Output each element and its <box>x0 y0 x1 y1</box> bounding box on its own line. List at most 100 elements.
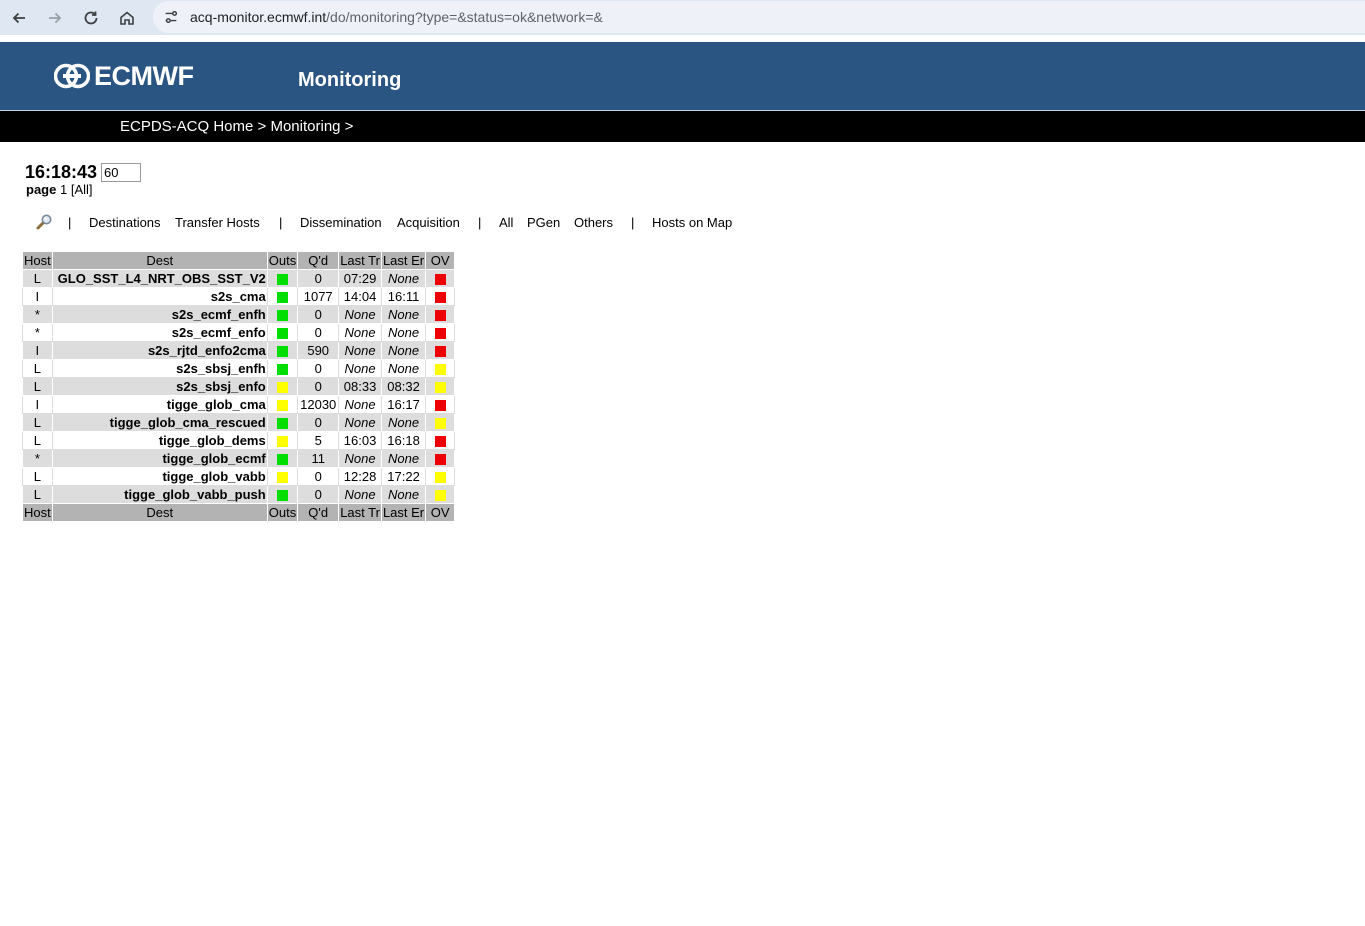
column-header-last-error[interactable]: Last Er <box>380 251 427 270</box>
destination-link[interactable]: s2s_cma <box>51 287 268 306</box>
host-cell[interactable]: L <box>22 413 53 432</box>
host-cell[interactable]: L <box>22 431 53 450</box>
status-indicator-red[interactable] <box>434 292 446 304</box>
ecmwf-logo[interactable]: ECMWF <box>54 62 194 90</box>
ov-cell[interactable] <box>425 323 456 342</box>
host-cell[interactable]: * <box>22 323 53 342</box>
destinations-link[interactable]: Destinations <box>89 215 161 231</box>
transfer-hosts-link[interactable]: Transfer Hosts <box>175 215 260 231</box>
ov-cell[interactable] <box>425 467 456 486</box>
status-indicator-green[interactable] <box>276 274 288 286</box>
status-indicator-yellow[interactable] <box>434 490 446 502</box>
ov-cell[interactable] <box>425 269 456 288</box>
status-indicator-green[interactable] <box>276 490 288 502</box>
destination-link[interactable]: tigge_glob_vabb <box>51 467 268 486</box>
ov-cell[interactable] <box>425 449 456 468</box>
column-header-outs[interactable]: Outs <box>266 251 299 270</box>
host-cell[interactable]: * <box>22 305 53 324</box>
destination-link[interactable]: s2s_sbsj_enfh <box>51 359 268 378</box>
column-header-dest[interactable]: Dest <box>51 251 268 270</box>
outs-cell[interactable] <box>266 467 299 486</box>
hosts-on-map-link[interactable]: Hosts on Map <box>652 215 732 231</box>
host-cell[interactable]: I <box>22 341 53 360</box>
outs-cell[interactable] <box>266 359 299 378</box>
outs-cell[interactable] <box>266 323 299 342</box>
status-indicator-yellow[interactable] <box>434 472 446 484</box>
status-indicator-red[interactable] <box>434 400 446 412</box>
status-indicator-green[interactable] <box>276 346 288 358</box>
outs-cell[interactable] <box>266 269 299 288</box>
outs-cell[interactable] <box>266 431 299 450</box>
destination-link[interactable]: s2s_sbsj_enfo <box>51 377 268 396</box>
host-cell[interactable]: I <box>22 395 53 414</box>
column-header-host[interactable]: Host <box>22 251 53 270</box>
host-cell[interactable]: L <box>22 485 53 504</box>
ov-cell[interactable] <box>425 377 456 396</box>
ov-cell[interactable] <box>425 431 456 450</box>
destination-link[interactable]: tigge_glob_dems <box>51 431 268 450</box>
status-indicator-yellow[interactable] <box>434 418 446 430</box>
host-cell[interactable]: L <box>22 359 53 378</box>
host-cell[interactable]: L <box>22 377 53 396</box>
ov-cell[interactable] <box>425 287 456 306</box>
status-indicator-red[interactable] <box>434 274 446 286</box>
destination-link[interactable]: tigge_glob_cma <box>51 395 268 414</box>
home-icon[interactable] <box>114 5 140 31</box>
status-indicator-red[interactable] <box>434 346 446 358</box>
ov-cell[interactable] <box>425 413 456 432</box>
status-indicator-red[interactable] <box>434 328 446 340</box>
outs-cell[interactable] <box>266 305 299 324</box>
destination-link[interactable]: s2s_ecmf_enfh <box>51 305 268 324</box>
status-indicator-green[interactable] <box>276 310 288 322</box>
host-cell[interactable]: * <box>22 449 53 468</box>
host-cell[interactable]: L <box>22 467 53 486</box>
status-indicator-green[interactable] <box>276 454 288 466</box>
ov-cell[interactable] <box>425 395 456 414</box>
ov-cell[interactable] <box>425 485 456 504</box>
status-indicator-green[interactable] <box>276 328 288 340</box>
outs-cell[interactable] <box>266 413 299 432</box>
pgen-link[interactable]: PGen <box>527 215 560 231</box>
destination-link[interactable]: s2s_ecmf_enfo <box>51 323 268 342</box>
outs-cell[interactable] <box>266 377 299 396</box>
destination-link[interactable]: s2s_rjtd_enfo2cma <box>51 341 268 360</box>
reload-icon[interactable] <box>78 5 104 31</box>
status-indicator-green[interactable] <box>276 418 288 430</box>
breadcrumb-home-link[interactable]: ECPDS-ACQ Home <box>120 118 253 135</box>
status-indicator-yellow[interactable] <box>276 472 288 484</box>
search-icon[interactable] <box>34 212 54 232</box>
status-indicator-green[interactable] <box>276 292 288 304</box>
breadcrumb-monitoring-link[interactable]: Monitoring <box>270 118 340 135</box>
acquisition-link[interactable]: Acquisition <box>397 215 460 231</box>
ov-cell[interactable] <box>425 359 456 378</box>
outs-cell[interactable] <box>266 341 299 360</box>
status-indicator-yellow[interactable] <box>434 364 446 376</box>
status-indicator-red[interactable] <box>434 454 446 466</box>
column-header-last-transfer[interactable]: Last Tr <box>338 251 382 270</box>
host-cell[interactable]: L <box>22 269 53 288</box>
destination-link[interactable]: tigge_glob_vabb_push <box>51 485 268 504</box>
status-indicator-red[interactable] <box>434 436 446 448</box>
status-indicator-yellow[interactable] <box>276 382 288 394</box>
outs-cell[interactable] <box>266 287 299 306</box>
ov-cell[interactable] <box>425 341 456 360</box>
column-header-queued[interactable]: Q'd <box>297 251 340 270</box>
status-indicator-green[interactable] <box>276 364 288 376</box>
outs-cell[interactable] <box>266 449 299 468</box>
ov-cell[interactable] <box>425 305 456 324</box>
outs-cell[interactable] <box>266 395 299 414</box>
status-indicator-yellow[interactable] <box>434 382 446 394</box>
host-cell[interactable]: I <box>22 287 53 306</box>
refresh-interval-input[interactable] <box>101 163 141 182</box>
back-icon[interactable] <box>6 5 32 31</box>
destination-link[interactable]: tigge_glob_cma_rescued <box>51 413 268 432</box>
column-header-ov[interactable]: OV <box>425 251 456 270</box>
site-info-icon[interactable] <box>159 5 183 29</box>
all-link[interactable]: All <box>499 215 513 231</box>
forward-icon[interactable] <box>42 5 68 31</box>
page-all-link[interactable]: [All] <box>71 182 93 197</box>
destination-link[interactable]: tigge_glob_ecmf <box>51 449 268 468</box>
url-text[interactable]: acq-monitor.ecmwf.int/do/monitoring?type… <box>190 9 603 25</box>
status-indicator-red[interactable] <box>434 310 446 322</box>
status-indicator-yellow[interactable] <box>276 400 288 412</box>
